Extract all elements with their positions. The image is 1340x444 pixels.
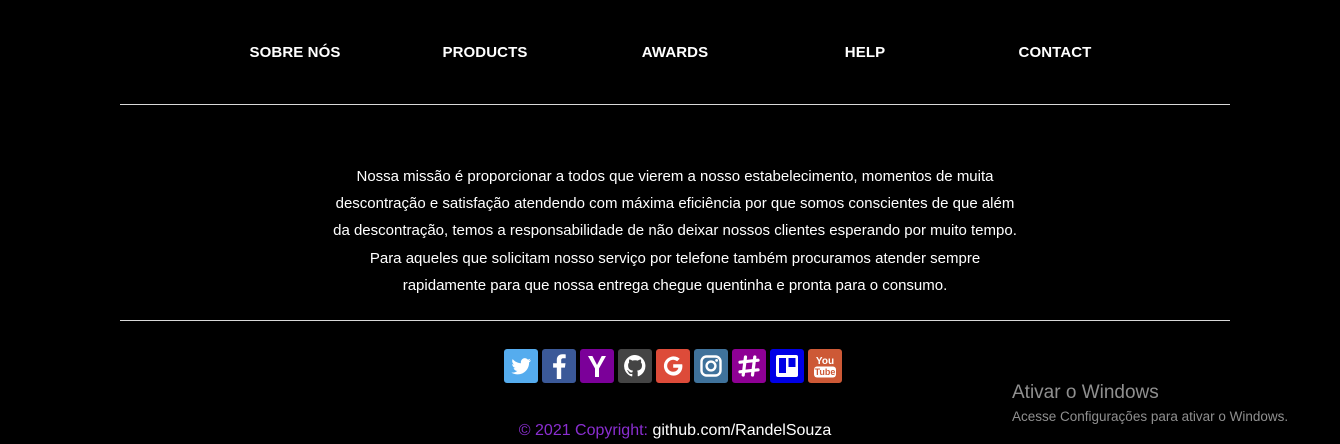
mission-line: da descontração, temos a responsabilidad… bbox=[333, 222, 1017, 240]
main-nav: SOBRE NÓS PRODUCTS AWARDS HELP CONTACT bbox=[0, 44, 1340, 66]
windows-activation-watermark: Ativar o Windows Acesse Configurações pa… bbox=[1012, 382, 1288, 427]
nav-item-contact[interactable]: CONTACT bbox=[965, 44, 1145, 61]
watermark-subtitle: Acesse Configurações para ativar o Windo… bbox=[1012, 409, 1289, 424]
watermark-title: Ativar o Windows bbox=[1012, 382, 1159, 403]
mission-text: Nossa missão é proporcionar a todos que … bbox=[300, 163, 1050, 299]
mission-line: descontração e satisfação atendendo com … bbox=[335, 195, 1015, 213]
mission-line: Nossa missão é proporcionar a todos que … bbox=[356, 168, 994, 185]
social-links: You Tube bbox=[504, 349, 842, 383]
facebook-icon[interactable] bbox=[542, 349, 576, 383]
nav-item-sobre-nos[interactable]: SOBRE NÓS bbox=[205, 44, 385, 61]
google-icon[interactable] bbox=[656, 349, 690, 383]
nav-item-help[interactable]: HELP bbox=[775, 44, 955, 61]
github-icon[interactable] bbox=[618, 349, 652, 383]
svg-text:You: You bbox=[816, 356, 834, 367]
youtube-icon[interactable]: You Tube bbox=[808, 349, 842, 383]
bottom-divider bbox=[120, 320, 1230, 321]
trello-icon[interactable] bbox=[770, 349, 804, 383]
copyright-text: © 2021 Copyright: bbox=[518, 422, 648, 439]
instagram-icon[interactable] bbox=[694, 349, 728, 383]
nav-item-awards[interactable]: AWARDS bbox=[585, 44, 765, 61]
mission-line: Para aqueles que solicitam nosso serviço… bbox=[369, 249, 981, 267]
slack-icon[interactable] bbox=[732, 349, 766, 383]
mission-line: rapidamente para que nossa entrega chegu… bbox=[402, 276, 948, 294]
nav-item-products[interactable]: PRODUCTS bbox=[395, 44, 575, 61]
page: SOBRE NÓS PRODUCTS AWARDS HELP CONTACT N… bbox=[0, 0, 1340, 444]
github-link[interactable]: github.com/RandelSouza bbox=[652, 422, 831, 439]
top-divider bbox=[120, 104, 1230, 105]
twitter-icon[interactable] bbox=[504, 349, 538, 383]
yahoo-icon[interactable] bbox=[580, 349, 614, 383]
svg-text:Tube: Tube bbox=[815, 367, 836, 377]
